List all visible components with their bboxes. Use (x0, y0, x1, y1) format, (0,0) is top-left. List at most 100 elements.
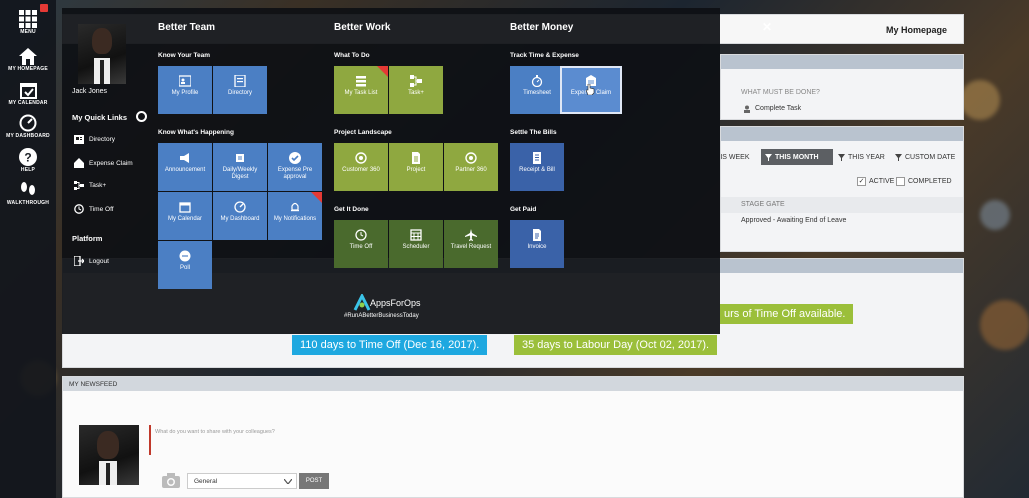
my-calendar-label: MY CALENDAR (8, 100, 48, 106)
gauge-icon (19, 114, 37, 132)
chevron-down-icon (284, 479, 292, 484)
tile-time-off[interactable]: Time Off (334, 220, 388, 268)
tile-label: Daily/Weekly Digest (222, 167, 258, 180)
stopwatch-icon (531, 75, 543, 87)
task-list-icon (356, 76, 366, 87)
calendar-icon (179, 202, 191, 213)
better-money-title: Better Money (510, 22, 574, 33)
menu-button[interactable]: MENU (0, 10, 56, 35)
better-team-title: Better Team (158, 22, 216, 33)
time-off-available-banner: urs of Time Off available. (720, 304, 854, 324)
tile-partner-360[interactable]: Partner 360 (444, 143, 498, 191)
invoice-icon (533, 229, 541, 241)
tile-project[interactable]: Project (389, 143, 443, 191)
platform-title: Platform (72, 234, 103, 243)
tile-label: Project (406, 167, 426, 173)
tile-invoice[interactable]: Invoice (510, 220, 564, 268)
task-plus-icon (74, 181, 84, 190)
my-homepage-button[interactable]: MY HOMEPAGE (0, 48, 56, 72)
my-calendar-button[interactable]: MY CALENDAR (0, 82, 56, 106)
filter-this-year[interactable]: THIS YEAR (848, 154, 885, 161)
filter-this-month-label: THIS MONTH (775, 154, 819, 161)
tile-poll[interactable]: Poll (158, 241, 212, 289)
tile-my-notifications[interactable]: My Notifications (268, 192, 322, 240)
clock-icon (74, 204, 84, 214)
tile-announcement[interactable]: Announcement (158, 143, 212, 191)
tile-label: Partner 360 (455, 167, 487, 173)
airplane-icon (465, 229, 477, 241)
get-it-done-title: Get It Done (334, 206, 369, 213)
background-light (980, 200, 1010, 230)
gauge-icon (234, 201, 246, 213)
panel-header (721, 55, 963, 69)
tile-directory[interactable]: Directory (213, 66, 267, 114)
newsfeed-avatar (79, 425, 139, 485)
what-to-do-title: What To Do (334, 52, 370, 59)
audience-select[interactable]: General (187, 473, 297, 489)
camera-icon[interactable] (161, 473, 181, 489)
bill-icon (533, 152, 541, 164)
time-off-countdown: 110 days to Time Off (Dec 16, 2017). (292, 335, 488, 355)
logout-icon (74, 256, 84, 266)
my-dashboard-button[interactable]: MY DASHBOARD (0, 114, 56, 139)
user-name: Jack Jones (72, 88, 108, 95)
tile-label: Task+ (408, 90, 424, 96)
tile-label: Invoice (527, 244, 547, 250)
walkthrough-button[interactable]: WALKTHROUGH (0, 181, 56, 206)
tile-customer-360[interactable]: Customer 360 (334, 143, 388, 191)
tile-my-calendar[interactable]: My Calendar (158, 192, 212, 240)
tasks-panel: WHAT MUST BE DONE? Complete Task (720, 54, 964, 120)
home-icon (19, 48, 37, 65)
what-must-be-done-header: WHAT MUST BE DONE? (741, 89, 820, 96)
post-button[interactable]: POST (299, 473, 329, 489)
left-rail: MENU MY HOMEPAGE MY CALENDAR MY DASHBOAR… (0, 0, 56, 498)
close-icon[interactable]: ✕ (762, 20, 772, 34)
quick-link-expense-claim[interactable]: Expense Claim (74, 158, 133, 168)
timeoff-panel: THIS WEEK THIS MONTH THIS YEAR CUSTOM DA… (711, 126, 964, 252)
tile-receipt-bill[interactable]: Receipt & Bill (510, 143, 564, 191)
cursor-pointer-icon (586, 84, 595, 95)
profile-card-icon (179, 75, 191, 87)
directory-icon (234, 75, 246, 87)
tile-travel-request[interactable]: Travel Request (444, 220, 498, 268)
appsforops-logo-icon (353, 294, 371, 311)
tile-expense-claim[interactable]: Expense Claim (560, 66, 622, 114)
quick-link-label: Time Off (89, 205, 114, 213)
quick-link-task-plus[interactable]: Task+ (74, 181, 106, 190)
help-button[interactable]: ? HELP (0, 148, 56, 173)
user-icon (744, 105, 750, 113)
tile-my-profile[interactable]: My Profile (158, 66, 212, 114)
completed-checkbox[interactable] (896, 177, 905, 186)
grid-icon (19, 10, 37, 28)
background-light (980, 300, 1029, 350)
brand-tagline: #RunABetterBusinessToday (344, 313, 419, 319)
my-dashboard-label: MY DASHBOARD (6, 133, 50, 139)
filter-custom-date[interactable]: CUSTOM DATE (905, 154, 955, 161)
refresh-circle-icon (465, 152, 477, 164)
logout-link[interactable]: Logout (74, 256, 109, 266)
menu-label: MENU (20, 29, 36, 35)
audience-select-value: General (194, 478, 218, 485)
tile-label: Timesheet (523, 90, 551, 96)
quick-link-time-off[interactable]: Time Off (74, 204, 114, 214)
tile-label: Time Off (349, 244, 373, 250)
tile-expense-pre-approval[interactable]: Expense Pre approval (268, 143, 322, 191)
newsfeed-header (63, 377, 963, 391)
expense-icon (74, 158, 84, 168)
labour-day-countdown: 35 days to Labour Day (Oct 02, 2017). (514, 335, 718, 355)
gear-icon[interactable] (136, 111, 147, 122)
tile-my-task-list[interactable]: My Task List (334, 66, 388, 114)
share-input[interactable]: What do you want to share with your coll… (155, 429, 275, 435)
my-homepage-link[interactable]: My Homepage (886, 25, 947, 35)
new-badge (311, 192, 322, 203)
clock-icon (355, 229, 367, 241)
tile-label: My Task List (344, 90, 378, 96)
tile-daily-weekly-digest[interactable]: Daily/Weekly Digest (213, 143, 267, 191)
tile-timesheet[interactable]: Timesheet (510, 66, 564, 114)
quick-link-directory[interactable]: Directory (74, 135, 115, 144)
tile-task-plus[interactable]: Task+ (389, 66, 443, 114)
tile-my-dashboard[interactable]: My Dashboard (213, 192, 267, 240)
tile-scheduler[interactable]: Scheduler (389, 220, 443, 268)
active-checkbox[interactable]: ✓ (857, 177, 866, 186)
complete-task-text: Complete Task (755, 105, 802, 112)
